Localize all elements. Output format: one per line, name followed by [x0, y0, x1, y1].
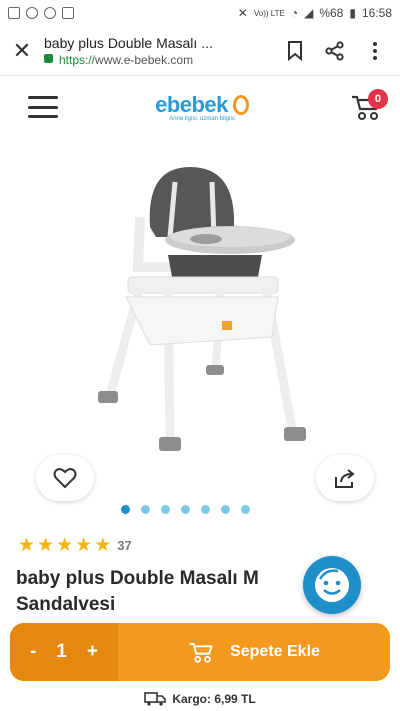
more-vert-icon — [373, 41, 377, 60]
status-right-icons: ✕ Vo)) LTE ◔ ◢ %68 ▮ 16:58 — [238, 6, 392, 20]
network-label: Vo)) LTE — [253, 8, 285, 18]
menu-icon-bar — [28, 96, 58, 99]
truck-icon — [144, 692, 167, 706]
site-header: ebebek Anne ilgisi, uzman bilgisi 0 — [0, 77, 400, 137]
cart-button[interactable]: 0 — [346, 89, 388, 125]
star-icon: ★ — [94, 535, 112, 556]
bookmark-icon — [288, 40, 302, 61]
product-gallery[interactable] — [0, 137, 400, 527]
cart-count-badge: 0 — [367, 89, 388, 109]
url-scheme: https:// — [59, 52, 96, 67]
pagination-dot[interactable] — [240, 505, 250, 514]
logo-tagline: Anne ilgisi, uzman bilgisi — [169, 116, 235, 122]
lock-icon — [44, 54, 53, 63]
share-icon — [325, 40, 344, 61]
menu-icon-bar — [28, 115, 58, 118]
pagination-dot[interactable] — [200, 505, 210, 514]
quantity-value[interactable]: 1 — [56, 641, 67, 663]
quantity-stepper: - 1 + — [10, 623, 118, 681]
star-icon: ★ — [75, 535, 93, 556]
signal-icon: ◢ — [304, 6, 314, 20]
url-address: https://www.e-bebek.com — [44, 53, 284, 67]
pagination-dot-active[interactable] — [120, 505, 130, 514]
status-left-icons — [8, 7, 74, 19]
share-arrow-icon — [335, 469, 355, 488]
bookmark-button[interactable] — [284, 40, 306, 62]
shipping-fee: Kargo: 6,99 TL — [172, 692, 256, 706]
status-bar: ✕ Vo)) LTE ◔ ◢ %68 ▮ 16:58 — [0, 0, 400, 26]
battery-level: %68 — [319, 6, 344, 20]
browser-toolbar: ✕ baby plus Double Masalı ... https://ww… — [0, 26, 400, 76]
whatsapp-notification-icon — [26, 7, 38, 19]
chat-assistant-button[interactable] — [303, 556, 361, 614]
favorite-button[interactable] — [36, 455, 94, 501]
stroller-cart-icon — [189, 642, 213, 663]
pagination-dot[interactable] — [140, 505, 150, 514]
close-tab-button[interactable]: ✕ — [0, 26, 44, 76]
menu-icon-bar — [28, 105, 58, 109]
product-title-line-1: baby plus Double Masalı M — [16, 568, 259, 589]
star-icon: ★ — [37, 535, 55, 556]
gallery-pagination — [0, 505, 400, 514]
menu-button[interactable] — [28, 96, 58, 118]
mute-icon: ✕ — [237, 6, 248, 20]
shipping-info: Kargo: 6,99 TL — [0, 688, 400, 710]
battery-icon: ▮ — [349, 6, 356, 20]
product-rating[interactable]: ★ ★ ★ ★ ★ 37 — [18, 536, 132, 555]
share-product-button[interactable] — [316, 455, 374, 501]
page-title: baby plus Double Masalı ... — [44, 34, 213, 51]
product-title: baby plus Double Masalı M Sandalvesi — [16, 566, 336, 618]
decrease-quantity-button[interactable]: - — [30, 641, 36, 663]
star-icon: ★ — [18, 535, 36, 556]
product-title-line-2: Sandalvesi — [16, 594, 116, 615]
logo-text: ebebek — [155, 92, 228, 117]
logo-mark-icon — [232, 95, 249, 115]
add-to-cart-button[interactable]: Sepete Ekle — [118, 623, 390, 681]
pagination-dot[interactable] — [180, 505, 190, 514]
product-image[interactable] — [0, 137, 400, 497]
browser-actions — [284, 40, 400, 62]
overflow-menu-button[interactable] — [364, 40, 386, 62]
review-count: 37 — [117, 538, 132, 553]
pagination-dot[interactable] — [160, 505, 170, 514]
skype-notification-icon — [44, 7, 56, 19]
close-icon: ✕ — [12, 37, 32, 63]
add-to-cart-bar: - 1 + Sepete Ekle — [10, 623, 390, 681]
pagination-dot[interactable] — [220, 505, 230, 514]
logo-wordmark: ebebek — [155, 92, 249, 118]
smiley-chat-icon — [315, 568, 349, 602]
add-to-cart-label: Sepete Ekle — [230, 643, 320, 660]
clock: 16:58 — [361, 6, 392, 20]
wifi-icon: ◔ — [290, 6, 299, 20]
share-page-button[interactable] — [324, 40, 346, 62]
url-info[interactable]: baby plus Double Masalı ... https://www.… — [44, 35, 284, 67]
checkbox-notification-icon — [62, 7, 74, 19]
star-icon: ★ — [56, 535, 74, 556]
gallery-notification-icon — [8, 7, 20, 19]
url-host: www.e-bebek.com — [95, 52, 194, 67]
site-logo[interactable]: ebebek Anne ilgisi, uzman bilgisi — [155, 92, 249, 122]
increase-quantity-button[interactable]: + — [87, 641, 98, 663]
heart-icon — [53, 468, 77, 489]
